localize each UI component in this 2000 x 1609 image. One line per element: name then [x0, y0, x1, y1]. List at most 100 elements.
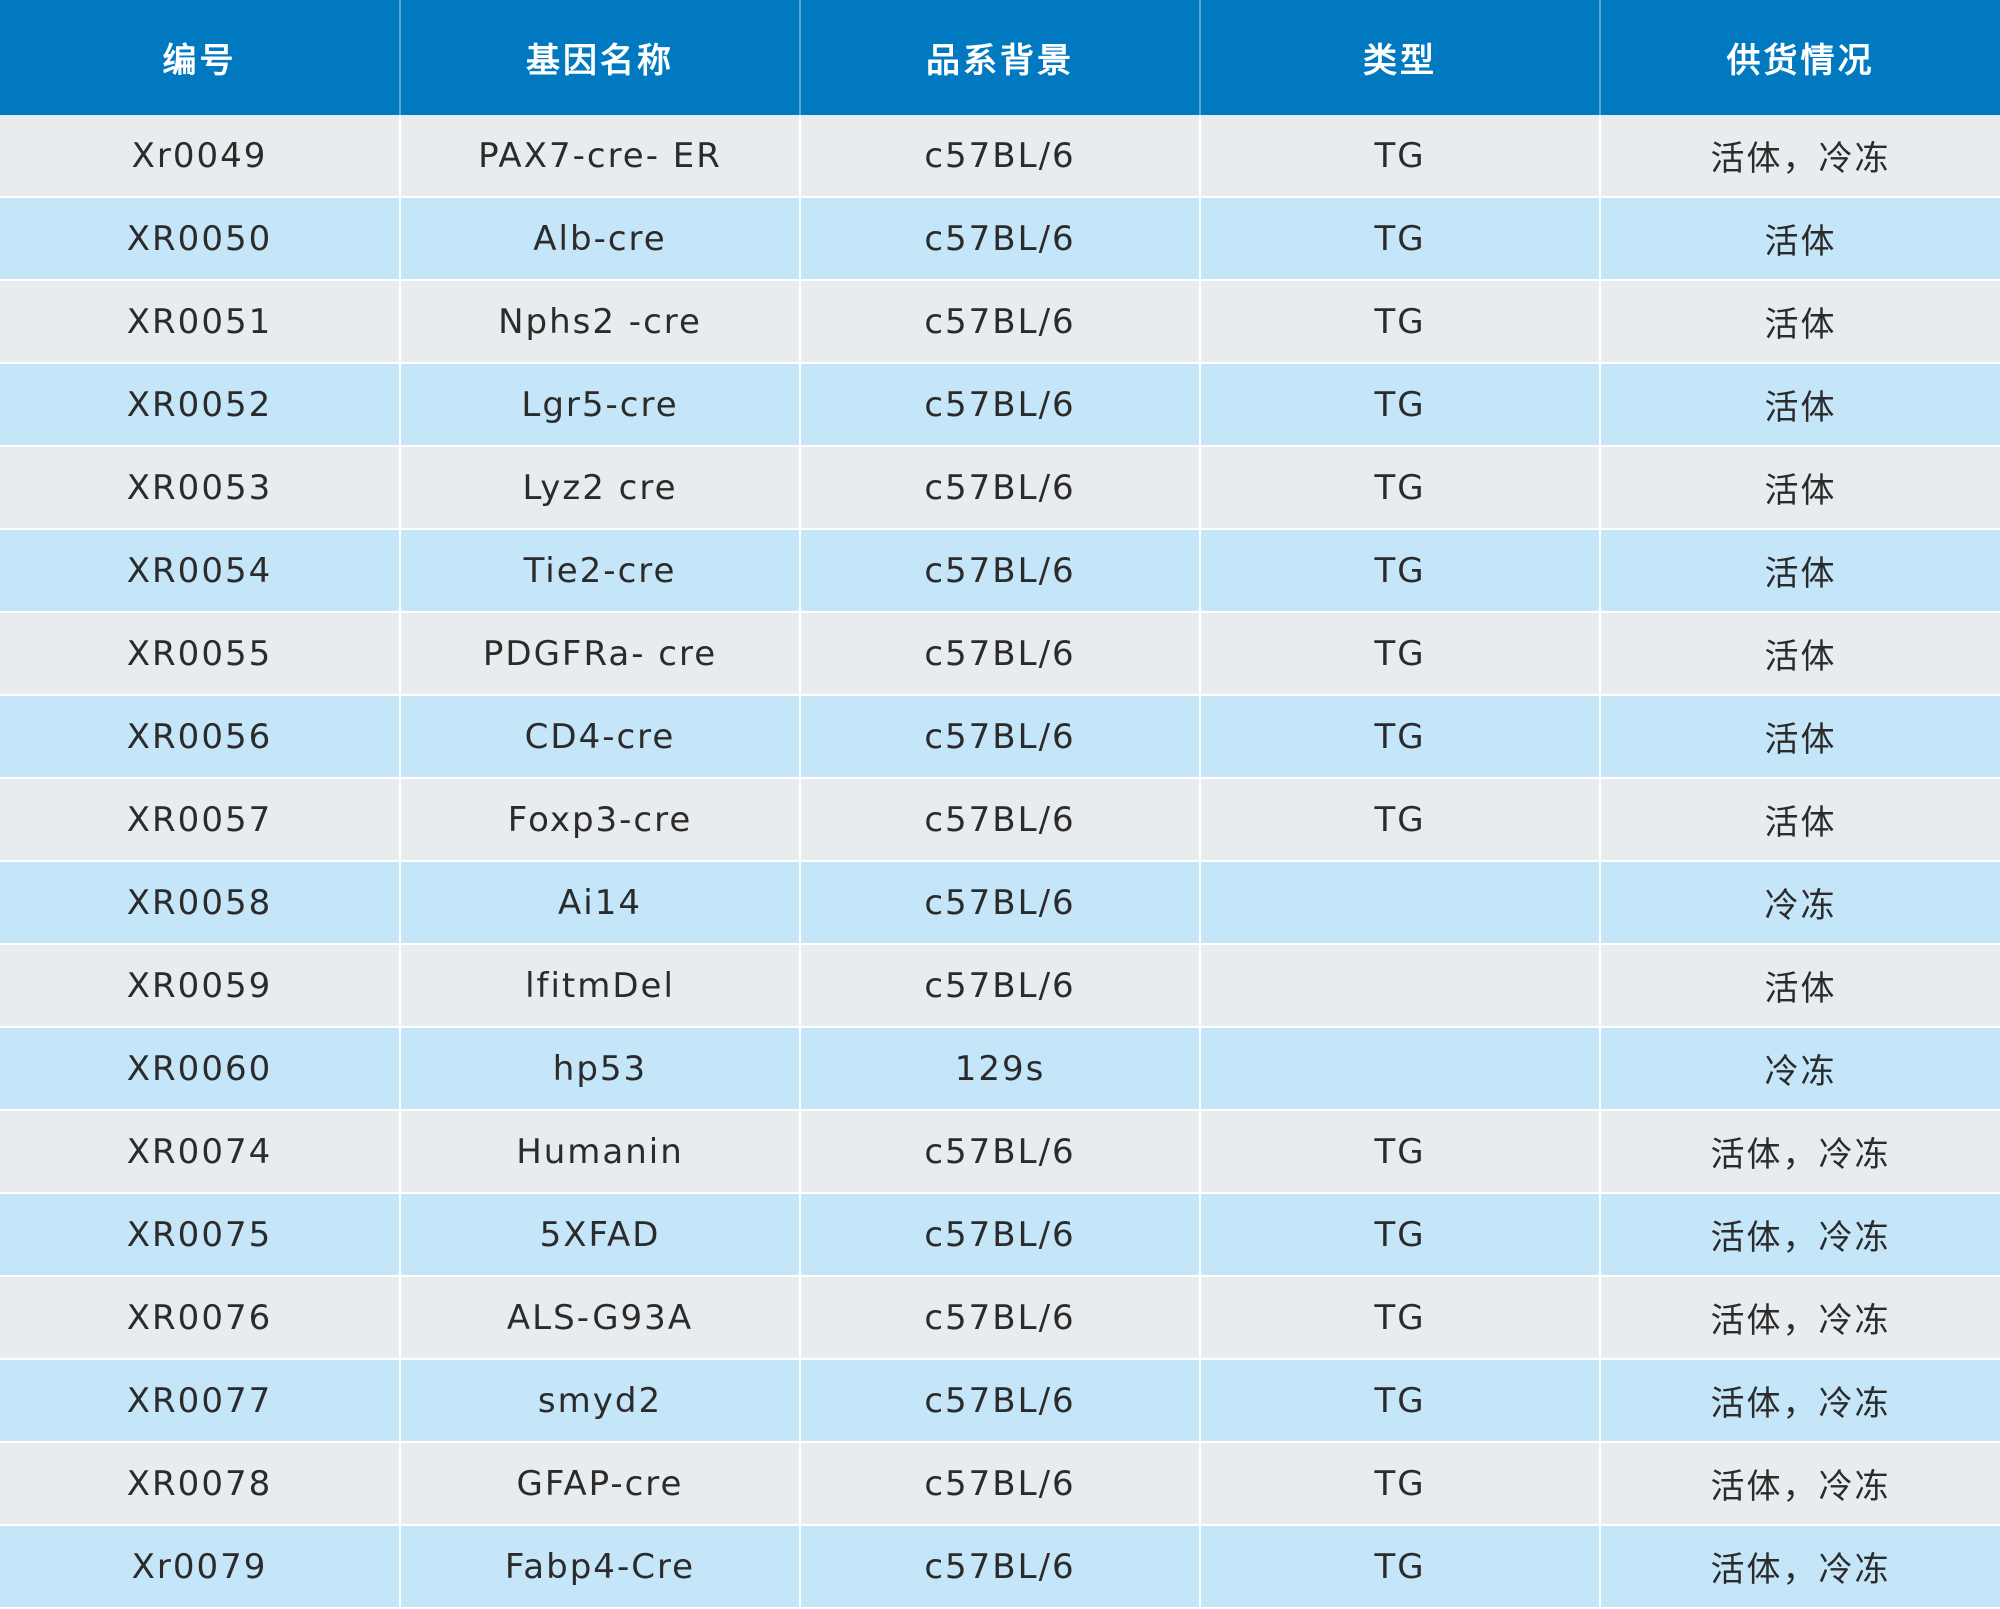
cell-type [1200, 1027, 1601, 1111]
cell-id: Xr0049 [0, 115, 401, 198]
cell-gene-name: 5XFAD [400, 1193, 801, 1277]
cell-strain-background: c57BL/6 [800, 1359, 1201, 1443]
mouse-strain-table-container: 编号 基因名称 品系背景 类型 供货情况 Xr0049 PAX7-cre- ER c… [0, 0, 2000, 1609]
table-row: XR0051 Nphs2 -cre c57BL/6 TG 活体 [0, 280, 2000, 364]
cell-supply-status: 活体 [1600, 778, 2000, 862]
cell-type: TG [1200, 363, 1601, 447]
cell-strain-background: c57BL/6 [800, 944, 1201, 1028]
header-strain-background: 品系背景 [800, 0, 1201, 115]
cell-supply-status: 活体 [1600, 529, 2000, 613]
cell-type: TG [1200, 197, 1601, 281]
cell-type: TG [1200, 1442, 1601, 1526]
cell-strain-background: c57BL/6 [800, 1525, 1201, 1609]
cell-strain-background: c57BL/6 [800, 1110, 1201, 1194]
cell-id: XR0077 [0, 1359, 401, 1443]
header-gene-name: 基因名称 [400, 0, 801, 115]
cell-supply-status: 活体，冷冻 [1600, 1359, 2000, 1443]
table-row: XR0076 ALS-G93A c57BL/6 TG 活体，冷冻 [0, 1276, 2000, 1360]
cell-gene-name: GFAP-cre [400, 1442, 801, 1526]
cell-strain-background: 129s [800, 1027, 1201, 1111]
cell-strain-background: c57BL/6 [800, 861, 1201, 945]
cell-gene-name: Nphs2 -cre [400, 280, 801, 364]
cell-gene-name: PAX7-cre- ER [400, 115, 801, 198]
cell-id: XR0050 [0, 197, 401, 281]
cell-strain-background: c57BL/6 [800, 280, 1201, 364]
cell-id: XR0078 [0, 1442, 401, 1526]
cell-supply-status: 活体 [1600, 695, 2000, 779]
table-row: Xr0079 Fabp4-Cre c57BL/6 TG 活体，冷冻 [0, 1525, 2000, 1609]
table-row: XR0058 Ai14 c57BL/6 冷冻 [0, 861, 2000, 945]
cell-supply-status: 活体，冷冻 [1600, 1110, 2000, 1194]
cell-strain-background: c57BL/6 [800, 612, 1201, 696]
cell-strain-background: c57BL/6 [800, 446, 1201, 530]
cell-type: TG [1200, 280, 1601, 364]
cell-gene-name: Lgr5-cre [400, 363, 801, 447]
header-row: 编号 基因名称 品系背景 类型 供货情况 [0, 0, 2000, 115]
cell-id: XR0053 [0, 446, 401, 530]
cell-id: XR0059 [0, 944, 401, 1028]
cell-strain-background: c57BL/6 [800, 115, 1201, 198]
cell-id: XR0054 [0, 529, 401, 613]
cell-gene-name: Ai14 [400, 861, 801, 945]
cell-supply-status: 冷冻 [1600, 1027, 2000, 1111]
table-header: 编号 基因名称 品系背景 类型 供货情况 [0, 0, 2000, 115]
table-row: Xr0049 PAX7-cre- ER c57BL/6 TG 活体，冷冻 [0, 115, 2000, 198]
table-row: XR0050 Alb-cre c57BL/6 TG 活体 [0, 197, 2000, 281]
table-row: XR0059 lfitmDel c57BL/6 活体 [0, 944, 2000, 1028]
cell-gene-name: lfitmDel [400, 944, 801, 1028]
table-body: Xr0049 PAX7-cre- ER c57BL/6 TG 活体，冷冻 XR0050 Al… [0, 115, 2000, 1609]
table-row: XR0077 smyd2 c57BL/6 TG 活体，冷冻 [0, 1359, 2000, 1443]
cell-supply-status: 活体 [1600, 446, 2000, 530]
cell-supply-status: 冷冻 [1600, 861, 2000, 945]
cell-type: TG [1200, 1359, 1601, 1443]
cell-strain-background: c57BL/6 [800, 363, 1201, 447]
cell-strain-background: c57BL/6 [800, 1442, 1201, 1526]
table-row: XR0078 GFAP-cre c57BL/6 TG 活体，冷冻 [0, 1442, 2000, 1526]
cell-type: TG [1200, 115, 1601, 198]
table-row: XR0053 Lyz2 cre c57BL/6 TG 活体 [0, 446, 2000, 530]
cell-gene-name: PDGFRa- cre [400, 612, 801, 696]
cell-supply-status: 活体，冷冻 [1600, 1442, 2000, 1526]
cell-gene-name: smyd2 [400, 1359, 801, 1443]
cell-type: TG [1200, 1276, 1601, 1360]
header-supply-status: 供货情况 [1600, 0, 2000, 115]
cell-supply-status: 活体，冷冻 [1600, 115, 2000, 198]
cell-id: XR0058 [0, 861, 401, 945]
cell-type: TG [1200, 778, 1601, 862]
cell-type: TG [1200, 695, 1601, 779]
table-row: XR0074 Humanin c57BL/6 TG 活体，冷冻 [0, 1110, 2000, 1194]
cell-type: TG [1200, 529, 1601, 613]
cell-supply-status: 活体 [1600, 612, 2000, 696]
cell-gene-name: Lyz2 cre [400, 446, 801, 530]
cell-gene-name: Humanin [400, 1110, 801, 1194]
cell-supply-status: 活体 [1600, 280, 2000, 364]
cell-strain-background: c57BL/6 [800, 529, 1201, 613]
cell-strain-background: c57BL/6 [800, 1276, 1201, 1360]
table-row: XR0056 CD4-cre c57BL/6 TG 活体 [0, 695, 2000, 779]
table-row: XR0075 5XFAD c57BL/6 TG 活体，冷冻 [0, 1193, 2000, 1277]
cell-gene-name: Tie2-cre [400, 529, 801, 613]
cell-id: XR0056 [0, 695, 401, 779]
cell-id: XR0051 [0, 280, 401, 364]
cell-id: XR0076 [0, 1276, 401, 1360]
cell-type: TG [1200, 612, 1601, 696]
cell-type: TG [1200, 1193, 1601, 1277]
cell-id: XR0055 [0, 612, 401, 696]
cell-id: XR0074 [0, 1110, 401, 1194]
header-type: 类型 [1200, 0, 1601, 115]
header-id: 编号 [0, 0, 401, 115]
cell-type [1200, 861, 1601, 945]
cell-gene-name: Foxp3-cre [400, 778, 801, 862]
cell-id: XR0057 [0, 778, 401, 862]
cell-supply-status: 活体，冷冻 [1600, 1193, 2000, 1277]
table-row: XR0057 Foxp3-cre c57BL/6 TG 活体 [0, 778, 2000, 862]
cell-type: TG [1200, 1525, 1601, 1609]
cell-strain-background: c57BL/6 [800, 197, 1201, 281]
cell-gene-name: Alb-cre [400, 197, 801, 281]
cell-id: XR0060 [0, 1027, 401, 1111]
cell-gene-name: Fabp4-Cre [400, 1525, 801, 1609]
cell-id: XR0052 [0, 363, 401, 447]
cell-supply-status: 活体 [1600, 197, 2000, 281]
cell-gene-name: CD4-cre [400, 695, 801, 779]
table-row: XR0055 PDGFRa- cre c57BL/6 TG 活体 [0, 612, 2000, 696]
